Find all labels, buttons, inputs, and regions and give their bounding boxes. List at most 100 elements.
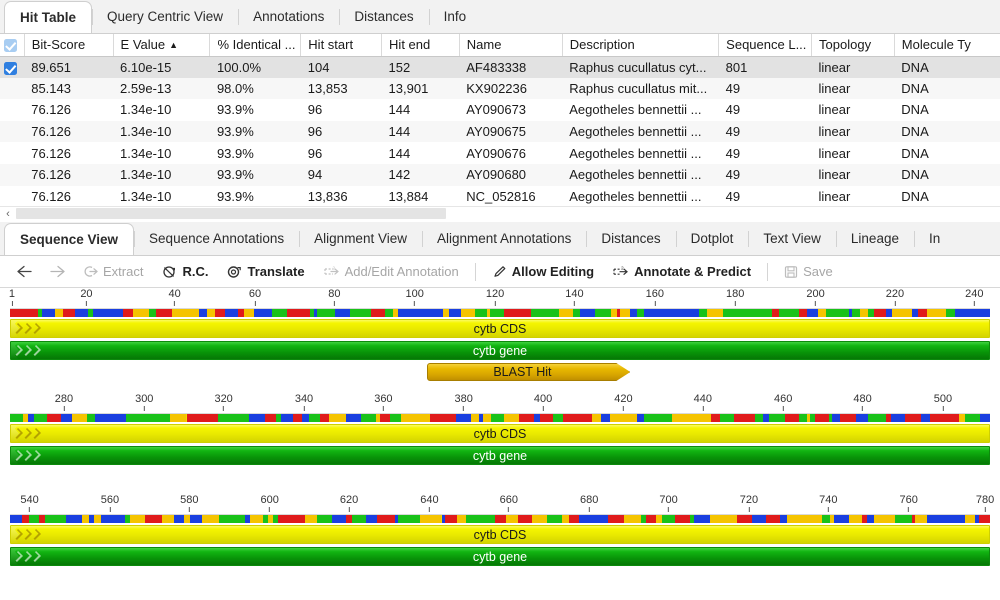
tab-text-view[interactable]: Text View (748, 223, 836, 255)
reverse-complement-button[interactable]: R.C. (152, 259, 217, 285)
tab-sequence-annotations[interactable]: Sequence Annotations (134, 223, 299, 255)
table-row[interactable]: 76.1261.34e-1093.9%96144AY090676Aegothel… (0, 142, 1000, 164)
tab-in[interactable]: In (914, 223, 955, 255)
feature-cytb-gene[interactable]: cytb gene (10, 341, 990, 360)
nucleotide-color-strip[interactable] (10, 413, 990, 422)
row-checkbox-cell[interactable] (0, 56, 24, 78)
row-checkbox-cell[interactable] (0, 78, 24, 100)
table-row[interactable]: 76.1261.34e-1093.9%96144AY090675Aegothel… (0, 121, 1000, 143)
nucleotide-segment (227, 414, 238, 422)
nucleotide-segment (178, 414, 186, 422)
tab-hit-table[interactable]: Hit Table (4, 1, 92, 34)
nucleotide-segment (676, 414, 691, 422)
table-row[interactable]: 85.1432.59e-1398.0%13,85313,901KX902236R… (0, 78, 1000, 100)
nucleotide-segment (504, 309, 516, 317)
allow-editing-button[interactable]: Allow Editing (483, 259, 603, 285)
sequence-view-panel[interactable]: 120406080100120140160180200220240cytb CD… (0, 288, 1000, 584)
column-header-description[interactable]: Description (562, 34, 718, 56)
table-header-row: Bit-ScoreE Value▲% Identical ...Hit star… (0, 34, 1000, 56)
ruler-tick: 200 (806, 288, 824, 306)
nucleotide-segment (675, 515, 691, 523)
ruler-tick-mark (174, 301, 175, 306)
nucleotide-segment (644, 309, 656, 317)
feature-cytb-cds[interactable]: cytb CDS (10, 525, 990, 544)
row-checkbox-cell[interactable] (0, 99, 24, 121)
column-header-sequence-l[interactable]: Sequence L... (719, 34, 812, 56)
ruler-tick-label: 440 (694, 393, 712, 405)
table-row[interactable]: 76.1261.34e-1093.9%94142AY090680Aegothel… (0, 164, 1000, 186)
table-row[interactable]: 76.1261.34e-1093.9%96144AY090673Aegothel… (0, 99, 1000, 121)
translate-button[interactable]: Translate (217, 259, 313, 285)
tab-label: Lineage (851, 231, 899, 246)
row-checkbox-cell[interactable] (0, 121, 24, 143)
feature-direction-chevrons-icon (14, 320, 60, 337)
feature-label: cytb CDS (474, 427, 527, 441)
nucleotide-color-strip[interactable] (10, 514, 990, 523)
extract-button[interactable]: Extract (74, 259, 152, 285)
feature-cytb-cds[interactable]: cytb CDS (10, 319, 990, 338)
ruler-tick-label: 740 (819, 494, 837, 506)
nucleotide-segment (287, 309, 300, 317)
row-checkbox[interactable] (4, 62, 17, 75)
nucleotide-segment (218, 414, 227, 422)
tab-distances[interactable]: Distances (586, 223, 675, 255)
table-row[interactable]: 89.6516.10e-15100.0%104152AF483338Raphus… (0, 56, 1000, 78)
back-button[interactable] (8, 259, 41, 285)
ruler-tick-label: 140 (565, 288, 583, 300)
ruler-tick-mark (894, 301, 895, 306)
ruler-tick-label: 220 (886, 288, 904, 300)
cell-topology: linear (812, 164, 895, 186)
feature-cytb-cds[interactable]: cytb CDS (10, 424, 990, 443)
scroll-left-arrow-icon[interactable]: ‹ (0, 208, 16, 220)
ruler-tick: 620 (340, 494, 358, 512)
scrollbar-thumb[interactable] (16, 208, 446, 219)
ruler-tick: 740 (819, 494, 837, 512)
select-all-checkbox-cell[interactable] (0, 34, 24, 56)
select-all-checkbox[interactable] (4, 39, 17, 52)
toolbar-separator-2 (767, 263, 768, 281)
column-header-e-value[interactable]: E Value▲ (113, 34, 210, 56)
nucleotide-segment (32, 515, 39, 523)
column-header-bit-score[interactable]: Bit-Score (24, 34, 113, 56)
column-header-hit-end[interactable]: Hit end (382, 34, 460, 56)
cell-pct-identical: 93.9% (210, 142, 301, 164)
ruler-tick-mark (109, 507, 110, 512)
add-edit-annotation-button[interactable]: 2 Add/Edit Annotation (314, 259, 468, 285)
table-horizontal-scrollbar[interactable]: ‹ (0, 206, 1000, 220)
feature-cytb-gene[interactable]: cytb gene (10, 446, 990, 465)
row-checkbox-cell[interactable] (0, 142, 24, 164)
nucleotide-segment (63, 309, 74, 317)
tab-annotations[interactable]: Annotations (238, 1, 339, 33)
column-header--identical[interactable]: % Identical ... (210, 34, 301, 56)
column-header-molecule-ty[interactable]: Molecule Ty (894, 34, 1000, 56)
nucleotide-segment (569, 515, 580, 523)
tab-sequence-view[interactable]: Sequence View (4, 223, 134, 256)
cell-hit-end: 144 (382, 99, 460, 121)
tab-alignment-annotations[interactable]: Alignment Annotations (422, 223, 586, 255)
feature-cytb-gene[interactable]: cytb gene (10, 547, 990, 566)
ruler-tick: 700 (659, 494, 677, 512)
tab-lineage[interactable]: Lineage (836, 223, 914, 255)
save-button[interactable]: Save (775, 259, 842, 285)
blast-hit-feature[interactable]: BLAST Hit (427, 363, 631, 381)
nucleotide-segment (430, 414, 441, 422)
column-header-name[interactable]: Name (459, 34, 562, 56)
row-checkbox-cell[interactable] (0, 186, 24, 208)
table-row[interactable]: 76.1261.34e-1093.9%13,83613,884NC_052816… (0, 186, 1000, 208)
row-checkbox-cell[interactable] (0, 164, 24, 186)
nucleotide-color-strip[interactable] (10, 308, 990, 317)
forward-button[interactable] (41, 259, 74, 285)
nucleotide-segment (329, 414, 346, 422)
tab-query-centric-view[interactable]: Query Centric View (92, 1, 238, 33)
nucleotide-segment (312, 414, 320, 422)
column-header-hit-start[interactable]: Hit start (301, 34, 382, 56)
nucleotide-segment (335, 309, 350, 317)
annotate-predict-button[interactable]: 2 Annotate & Predict (603, 259, 760, 285)
ruler-tick-mark (623, 406, 624, 411)
column-header-topology[interactable]: Topology (812, 34, 895, 56)
tab-distances[interactable]: Distances (339, 1, 428, 33)
tab-info[interactable]: Info (429, 1, 482, 33)
nucleotide-segment (87, 414, 95, 422)
tab-dotplot[interactable]: Dotplot (676, 223, 749, 255)
tab-alignment-view[interactable]: Alignment View (299, 223, 422, 255)
